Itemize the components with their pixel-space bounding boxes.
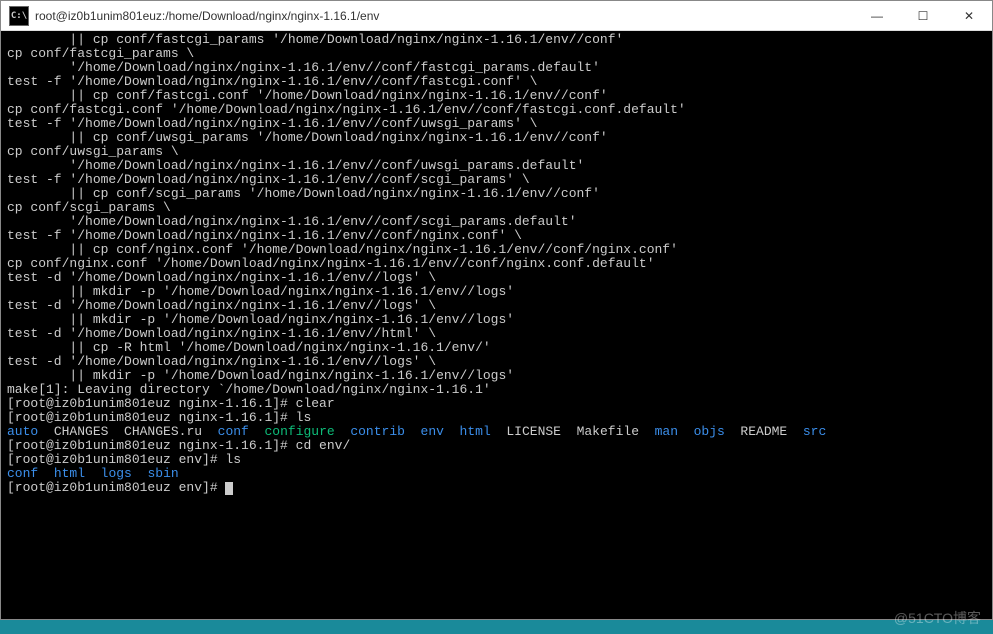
terminal-line: || cp conf/uwsgi_params '/home/Download/… (7, 131, 986, 145)
terminal-text: test -d '/home/Download/nginx/nginx-1.16… (7, 354, 436, 369)
terminal-text (249, 424, 265, 439)
terminal-text: test -d '/home/Download/nginx/nginx-1.16… (7, 326, 436, 341)
terminal-line: auto CHANGES CHANGES.ru conf configure c… (7, 425, 986, 439)
terminal-line: test -f '/home/Download/nginx/nginx-1.16… (7, 229, 986, 243)
terminal-line: '/home/Download/nginx/nginx-1.16.1/env//… (7, 215, 986, 229)
close-button[interactable]: ✕ (946, 1, 992, 30)
terminal-text: cp conf/fastcgi_params \ (7, 46, 194, 61)
terminal-text: contrib (350, 424, 405, 439)
terminal-line: test -f '/home/Download/nginx/nginx-1.16… (7, 173, 986, 187)
terminal-text: '/home/Download/nginx/nginx-1.16.1/env//… (7, 158, 584, 173)
terminal-line: test -d '/home/Download/nginx/nginx-1.16… (7, 299, 986, 313)
terminal-line: cp conf/scgi_params \ (7, 201, 986, 215)
terminal-text: [root@iz0b1unim801euz nginx-1.16.1]# cle… (7, 396, 335, 411)
terminal-text: [root@iz0b1unim801euz nginx-1.16.1]# cd … (7, 438, 350, 453)
terminal-text: cp conf/nginx.conf '/home/Download/nginx… (7, 256, 655, 271)
terminal-text: || cp conf/fastcgi_params '/home/Downloa… (7, 32, 623, 47)
terminal-text: test -f '/home/Download/nginx/nginx-1.16… (7, 172, 530, 187)
terminal-text: make[1]: Leaving directory `/home/Downlo… (7, 382, 491, 397)
terminal-text (85, 466, 101, 481)
terminal-text: || mkdir -p '/home/Download/nginx/nginx-… (7, 284, 514, 299)
terminal-text (678, 424, 694, 439)
terminal-text: [root@iz0b1unim801euz env]# (7, 480, 225, 495)
terminal-text: || cp conf/uwsgi_params '/home/Download/… (7, 130, 608, 145)
terminal-text: README (725, 424, 803, 439)
terminal-line: [root@iz0b1unim801euz nginx-1.16.1]# cle… (7, 397, 986, 411)
terminal-text: cp conf/scgi_params \ (7, 200, 171, 215)
terminal-output[interactable]: || cp conf/fastcgi_params '/home/Downloa… (1, 31, 992, 619)
terminal-line: test -d '/home/Download/nginx/nginx-1.16… (7, 355, 986, 369)
terminal-text: html (54, 466, 85, 481)
terminal-line: [root@iz0b1unim801euz env]# ls (7, 453, 986, 467)
terminal-line: cp conf/nginx.conf '/home/Download/nginx… (7, 257, 986, 271)
terminal-line: make[1]: Leaving directory `/home/Downlo… (7, 383, 986, 397)
terminal-text: test -f '/home/Download/nginx/nginx-1.16… (7, 74, 538, 89)
terminal-text: src (803, 424, 826, 439)
window-title: root@iz0b1unim801euz:/home/Download/ngin… (35, 9, 854, 23)
terminal-text: LICENSE Makefile (491, 424, 655, 439)
terminal-line: || cp conf/fastcgi.conf '/home/Download/… (7, 89, 986, 103)
terminal-text: test -f '/home/Download/nginx/nginx-1.16… (7, 228, 522, 243)
terminal-text: [root@iz0b1unim801euz nginx-1.16.1]# ls (7, 410, 311, 425)
cursor (225, 482, 233, 495)
terminal-line: [root@iz0b1unim801euz nginx-1.16.1]# cd … (7, 439, 986, 453)
terminal-text: env (421, 424, 444, 439)
app-icon: C:\ (9, 6, 29, 26)
terminal-text: configure (264, 424, 334, 439)
terminal-text: objs (694, 424, 725, 439)
terminal-line: test -d '/home/Download/nginx/nginx-1.16… (7, 327, 986, 341)
terminal-text: || mkdir -p '/home/Download/nginx/nginx-… (7, 312, 514, 327)
terminal-line: conf html logs sbin (7, 467, 986, 481)
terminal-line: cp conf/uwsgi_params \ (7, 145, 986, 159)
terminal-text: || cp conf/scgi_params '/home/Download/n… (7, 186, 600, 201)
terminal-text: || mkdir -p '/home/Download/nginx/nginx-… (7, 368, 514, 383)
terminal-line: || mkdir -p '/home/Download/nginx/nginx-… (7, 313, 986, 327)
terminal-line: || cp conf/nginx.conf '/home/Download/ng… (7, 243, 986, 257)
terminal-line: || mkdir -p '/home/Download/nginx/nginx-… (7, 369, 986, 383)
terminal-text: logs (101, 466, 132, 481)
terminal-text: test -d '/home/Download/nginx/nginx-1.16… (7, 298, 436, 313)
terminal-line: || cp -R html '/home/Download/nginx/ngin… (7, 341, 986, 355)
terminal-text (405, 424, 421, 439)
terminal-line: test -d '/home/Download/nginx/nginx-1.16… (7, 271, 986, 285)
terminal-line: test -f '/home/Download/nginx/nginx-1.16… (7, 75, 986, 89)
terminal-text: sbin (147, 466, 178, 481)
terminal-line: '/home/Download/nginx/nginx-1.16.1/env//… (7, 61, 986, 75)
terminal-line: '/home/Download/nginx/nginx-1.16.1/env//… (7, 159, 986, 173)
terminal-line: || cp conf/scgi_params '/home/Download/n… (7, 187, 986, 201)
terminal-text: test -f '/home/Download/nginx/nginx-1.16… (7, 116, 538, 131)
terminal-text: [root@iz0b1unim801euz env]# ls (7, 452, 241, 467)
terminal-text: conf (218, 424, 249, 439)
terminal-line: || mkdir -p '/home/Download/nginx/nginx-… (7, 285, 986, 299)
terminal-text: test -d '/home/Download/nginx/nginx-1.16… (7, 270, 436, 285)
terminal-text (444, 424, 460, 439)
titlebar[interactable]: C:\ root@iz0b1unim801euz:/home/Download/… (1, 1, 992, 31)
terminal-text: || cp conf/nginx.conf '/home/Download/ng… (7, 242, 678, 257)
terminal-text (132, 466, 148, 481)
terminal-text (38, 466, 54, 481)
terminal-text: conf (7, 466, 38, 481)
terminal-window: C:\ root@iz0b1unim801euz:/home/Download/… (0, 0, 993, 620)
maximize-button[interactable]: ☐ (900, 1, 946, 30)
terminal-text: || cp conf/fastcgi.conf '/home/Download/… (7, 88, 608, 103)
terminal-text: CHANGES CHANGES.ru (38, 424, 217, 439)
terminal-line: test -f '/home/Download/nginx/nginx-1.16… (7, 117, 986, 131)
terminal-line: [root@iz0b1unim801euz nginx-1.16.1]# ls (7, 411, 986, 425)
terminal-text: '/home/Download/nginx/nginx-1.16.1/env//… (7, 60, 600, 75)
terminal-text: cp conf/uwsgi_params \ (7, 144, 179, 159)
minimize-button[interactable]: — (854, 1, 900, 30)
terminal-text: '/home/Download/nginx/nginx-1.16.1/env//… (7, 214, 577, 229)
terminal-line: [root@iz0b1unim801euz env]# (7, 481, 986, 495)
terminal-line: || cp conf/fastcgi_params '/home/Downloa… (7, 33, 986, 47)
terminal-text: cp conf/fastcgi.conf '/home/Download/ngi… (7, 102, 686, 117)
terminal-text (335, 424, 351, 439)
window-controls: — ☐ ✕ (854, 1, 992, 30)
terminal-text: man (655, 424, 678, 439)
terminal-text: auto (7, 424, 38, 439)
terminal-line: cp conf/fastcgi.conf '/home/Download/ngi… (7, 103, 986, 117)
terminal-line: cp conf/fastcgi_params \ (7, 47, 986, 61)
terminal-text: || cp -R html '/home/Download/nginx/ngin… (7, 340, 491, 355)
terminal-text: html (460, 424, 491, 439)
